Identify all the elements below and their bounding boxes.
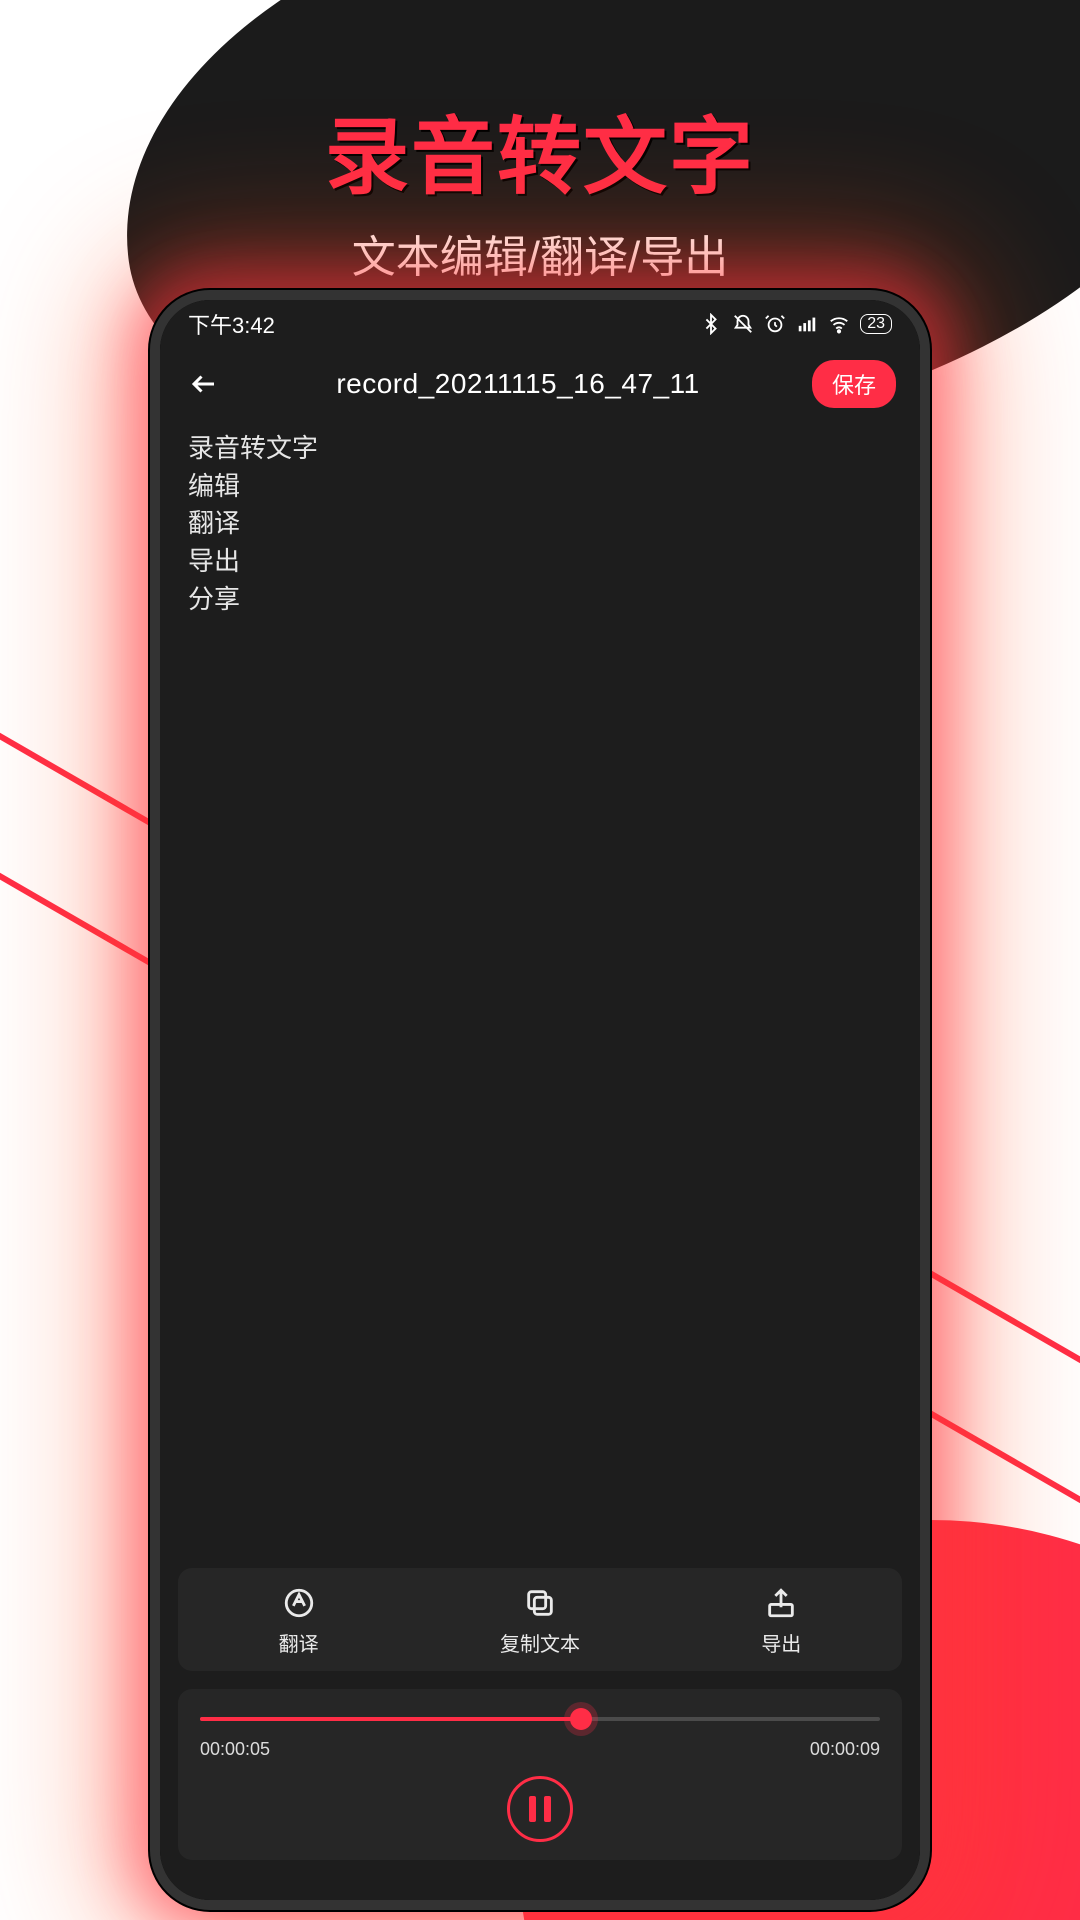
total-time: 00:00:09 <box>810 1739 880 1760</box>
hero-subtitle: 文本编辑/翻译/导出 <box>0 221 1080 285</box>
transcript-line: 编辑 <box>188 468 892 506</box>
hero-title: 录音转文字 <box>0 90 1080 211</box>
seek-bar[interactable] <box>200 1703 880 1735</box>
translate-icon <box>282 1586 316 1620</box>
translate-label: 翻译 <box>279 1628 319 1657</box>
page-title: record_20211115_16_47_11 <box>244 368 792 400</box>
alarm-icon <box>764 313 786 335</box>
status-time: 下午3:42 <box>188 308 275 340</box>
seek-fill <box>200 1717 581 1721</box>
action-bar: 翻译 复制文本 导出 <box>178 1568 902 1671</box>
status-bar: 下午3:42 23 <box>160 300 920 348</box>
battery-indicator: 23 <box>860 314 892 334</box>
export-icon <box>764 1586 798 1620</box>
export-button[interactable]: 导出 <box>661 1586 902 1657</box>
phone-screen: 下午3:42 23 <box>160 300 920 1900</box>
audio-player: 00:00:05 00:00:09 <box>178 1689 902 1860</box>
status-icons: 23 <box>700 313 892 335</box>
mute-icon <box>732 313 754 335</box>
phone-side-button <box>920 460 928 540</box>
phone-side-button <box>152 500 160 560</box>
seek-thumb[interactable] <box>570 1708 592 1730</box>
pause-button[interactable] <box>507 1776 573 1842</box>
transcript-line: 录音转文字 <box>188 430 892 468</box>
copy-text-button[interactable]: 复制文本 <box>419 1586 660 1657</box>
copy-text-label: 复制文本 <box>500 1628 580 1657</box>
hero: 录音转文字 文本编辑/翻译/导出 <box>0 90 1080 285</box>
elapsed-time: 00:00:05 <box>200 1739 270 1760</box>
bluetooth-icon <box>700 313 722 335</box>
copy-icon <box>523 1586 557 1620</box>
wifi-icon <box>828 313 850 335</box>
back-button[interactable] <box>184 364 224 404</box>
transcript-line: 导出 <box>188 543 892 581</box>
save-button[interactable]: 保存 <box>812 360 896 408</box>
arrow-left-icon <box>189 369 219 399</box>
pause-icon <box>529 1796 551 1822</box>
transcript-area[interactable]: 录音转文字 编辑 翻译 导出 分享 <box>160 420 920 1568</box>
transcript-line: 分享 <box>188 581 892 619</box>
phone-side-button <box>920 570 928 700</box>
phone-frame: 下午3:42 23 <box>150 290 930 1910</box>
signal-icon <box>796 313 818 335</box>
app-header: record_20211115_16_47_11 保存 <box>160 348 920 420</box>
transcript-line: 翻译 <box>188 505 892 543</box>
translate-button[interactable]: 翻译 <box>178 1586 419 1657</box>
export-label: 导出 <box>761 1628 801 1657</box>
